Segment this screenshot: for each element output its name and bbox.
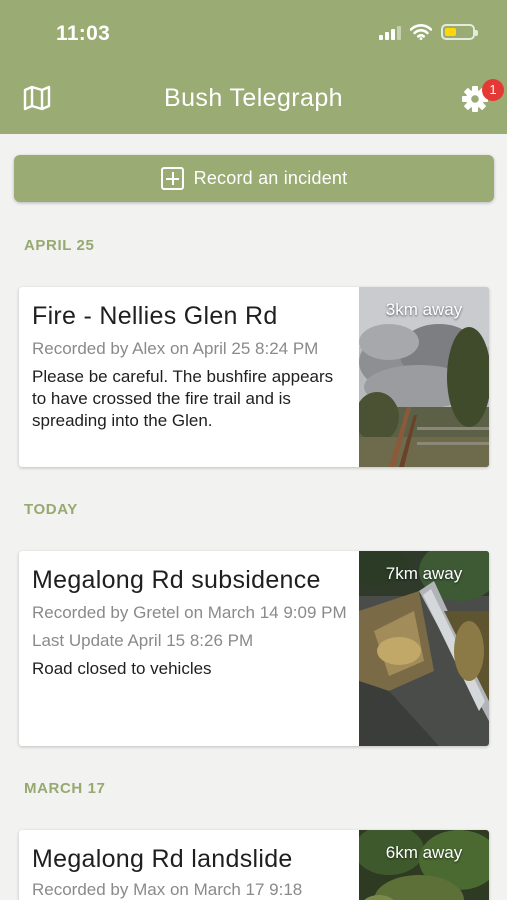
battery-icon xyxy=(441,24,478,40)
cellular-signal-icon xyxy=(379,24,401,40)
incident-recorded: Recorded by Max on March 17 9:18 xyxy=(32,880,303,899)
status-time: 11:03 xyxy=(56,22,111,45)
wifi-icon xyxy=(410,24,432,40)
section-header-april-25: APRIL 25 xyxy=(24,237,95,254)
incident-card-landslide[interactable]: Megalong Rd landslide Recorded by Max on… xyxy=(19,830,489,900)
incident-recorded: Recorded by Gretel on March 14 9:09 PM xyxy=(32,603,347,622)
incident-recorded: Recorded by Alex on April 25 8:24 PM xyxy=(32,339,319,358)
add-box-icon xyxy=(160,167,184,190)
incident-title: Fire - Nellies Glen Rd xyxy=(32,302,278,330)
record-incident-button[interactable]: Record an incident xyxy=(14,155,494,202)
status-icons xyxy=(379,24,478,40)
incident-card-body: Megalong Rd landslide Recorded by Max on… xyxy=(32,844,352,900)
incident-card-body: Fire - Nellies Glen Rd Recorded by Alex … xyxy=(32,301,352,432)
incident-description: Please be careful. The bushfire appears … xyxy=(32,367,334,430)
incident-distance: 3km away xyxy=(385,300,463,319)
incident-title: Megalong Rd subsidence xyxy=(32,566,321,594)
section-header-today: TODAY xyxy=(24,501,78,518)
section-header-march-17: MARCH 17 xyxy=(24,780,106,797)
notification-badge[interactable]: 1 xyxy=(482,79,504,101)
incident-distance: 6km away xyxy=(385,843,463,862)
incident-card-subsidence[interactable]: Megalong Rd subsidence Recorded by Grete… xyxy=(19,551,489,746)
app-bar: 11:03 Bush Telegraph 1 xyxy=(0,0,507,134)
incident-card-fire[interactable]: Fire - Nellies Glen Rd Recorded by Alex … xyxy=(19,287,489,467)
incident-card-body: Megalong Rd subsidence Recorded by Grete… xyxy=(32,565,352,680)
incident-description: Road closed to vehicles xyxy=(32,659,212,678)
record-incident-label: Record an incident xyxy=(193,168,348,188)
incident-title: Megalong Rd landslide xyxy=(32,845,293,873)
incident-distance: 7km away xyxy=(385,564,463,583)
app-title: Bush Telegraph xyxy=(164,84,343,112)
incident-last-update: Last Update April 15 8:26 PM xyxy=(32,631,254,650)
status-bar: 11:03 xyxy=(0,0,507,68)
